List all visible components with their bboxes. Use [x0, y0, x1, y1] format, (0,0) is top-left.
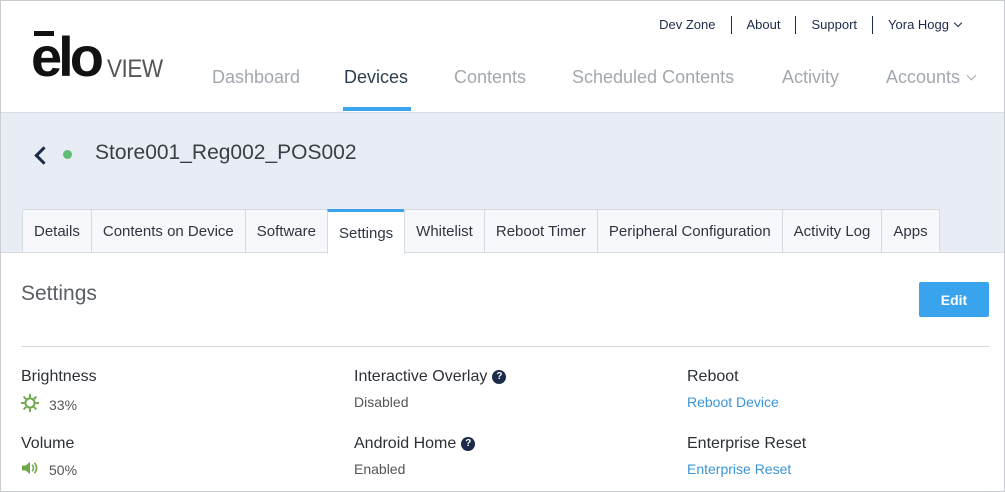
tab-reboot-timer[interactable]: Reboot Timer [483, 209, 598, 252]
app-window: elo VIEW Dev Zone About Support Yora Hog… [0, 0, 1005, 492]
about-link[interactable]: About [730, 16, 796, 34]
nav-activity[interactable]: Activity [782, 67, 839, 88]
sun-icon [20, 393, 40, 415]
settings-title: Settings [21, 282, 97, 305]
device-tabs: Details Contents on Device Software Sett… [22, 209, 940, 254]
volume-label: Volume [21, 435, 75, 452]
nav-dashboard[interactable]: Dashboard [212, 67, 300, 88]
tab-settings[interactable]: Settings [326, 209, 406, 254]
android-home-setting: Android Home ? Enabled [354, 435, 476, 477]
brightness-value: 33% [49, 396, 78, 413]
interactive-overlay-label: Interactive Overlay [354, 368, 488, 385]
volume-setting: Volume 50% [21, 435, 77, 478]
reboot-setting: Reboot Reboot Device [687, 368, 779, 410]
brightness-value-row: 33% [20, 393, 97, 415]
logo-macron [34, 31, 54, 36]
active-nav-indicator [343, 107, 411, 111]
support-link[interactable]: Support [795, 16, 872, 34]
reboot-device-link[interactable]: Reboot Device [687, 394, 779, 410]
help-icon[interactable]: ? [492, 370, 507, 384]
settings-panel: Settings Edit Brightness 33% Volume 50% … [1, 254, 1004, 491]
dev-zone-link[interactable]: Dev Zone [644, 16, 730, 34]
tab-whitelist[interactable]: Whitelist [404, 209, 485, 252]
chevron-down-icon [966, 70, 977, 81]
android-home-label: Android Home [354, 435, 457, 452]
device-name: Store001_Reg002_POS002 [95, 141, 357, 164]
tab-details[interactable]: Details [22, 209, 92, 252]
nav-contents[interactable]: Contents [454, 67, 526, 88]
edit-button[interactable]: Edit [919, 282, 989, 317]
chevron-down-icon [953, 18, 963, 28]
android-home-label-row: Android Home ? [354, 435, 476, 453]
enterprise-reset-link[interactable]: Enterprise Reset [687, 461, 806, 477]
speaker-icon [21, 461, 39, 478]
help-icon[interactable]: ? [461, 437, 476, 451]
tab-apps[interactable]: Apps [881, 209, 940, 252]
nav-devices[interactable]: Devices [344, 67, 408, 88]
divider [21, 346, 989, 347]
utility-nav: Dev Zone About Support Yora Hogg [644, 15, 976, 35]
online-status-dot [63, 150, 72, 159]
nav-accounts-label: Accounts [886, 67, 961, 87]
enterprise-reset-label: Enterprise Reset [687, 435, 807, 452]
volume-value-row: 50% [21, 461, 77, 478]
android-home-value: Enabled [354, 461, 406, 477]
interactive-overlay-setting: Interactive Overlay ? Disabled [354, 368, 507, 410]
interactive-overlay-label-row: Interactive Overlay ? [354, 368, 507, 386]
volume-value: 50% [49, 461, 78, 478]
tab-peripheral-configuration[interactable]: Peripheral Configuration [596, 209, 783, 252]
nav-scheduled-contents[interactable]: Scheduled Contents [572, 67, 734, 88]
device-header: Store001_Reg002_POS002 Details Contents … [1, 113, 1004, 254]
brightness-label: Brightness [21, 368, 97, 385]
enterprise-reset-setting: Enterprise Reset Enterprise Reset [687, 435, 806, 477]
interactive-overlay-value: Disabled [354, 394, 409, 410]
main-nav: Dashboard Devices Contents Scheduled Con… [1, 59, 1004, 113]
reboot-label: Reboot [687, 368, 739, 385]
brightness-setting: Brightness 33% [20, 368, 97, 415]
back-arrow-icon[interactable] [32, 146, 50, 164]
top-header: elo VIEW Dev Zone About Support Yora Hog… [1, 1, 1004, 113]
tab-contents-on-device[interactable]: Contents on Device [90, 209, 246, 252]
nav-accounts[interactable]: Accounts [886, 67, 977, 88]
user-menu[interactable]: Yora Hogg [872, 16, 976, 34]
user-name: Yora Hogg [888, 17, 949, 32]
tab-software[interactable]: Software [244, 209, 328, 252]
tab-activity-log[interactable]: Activity Log [781, 209, 883, 252]
